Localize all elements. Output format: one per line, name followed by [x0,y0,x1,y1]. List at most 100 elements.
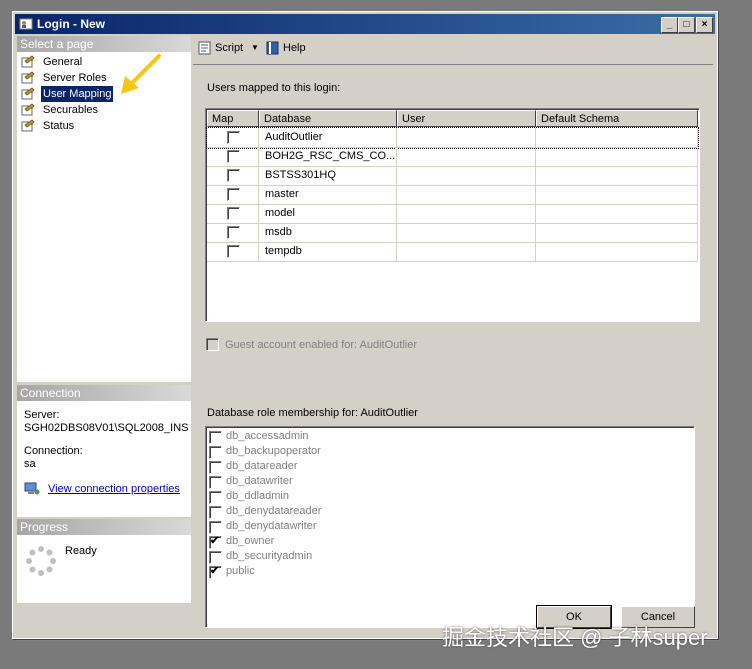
connection-value: sa [24,458,36,470]
default-schema-cell[interactable] [536,166,698,185]
server-value: SGH02DBS08V01\SQL2008_INS [24,422,189,434]
role-label: db_datawriter [226,475,293,487]
user-cell[interactable] [397,147,536,166]
database-cell[interactable]: msdb [259,223,397,242]
select-page-header: Select a page [17,36,191,52]
role-label: db_securityadmin [226,550,313,562]
map-cell [207,223,259,242]
map-checkbox[interactable] [227,207,240,220]
map-checkbox[interactable] [227,245,240,258]
role-checkbox[interactable] [209,521,222,534]
guest-account-checkbox[interactable] [206,338,219,351]
role-membership-label: Database role membership for: AuditOutli… [207,407,418,419]
role-checkbox[interactable]: ✔ [209,535,222,549]
script-label: Script [215,42,244,54]
progress-spinner-icon [26,546,56,576]
map-checkbox[interactable] [227,226,240,239]
map-checkbox[interactable] [227,169,240,182]
database-cell[interactable]: AuditOutlier [259,128,397,147]
role-checkbox[interactable] [209,431,222,444]
map-checkbox[interactable] [227,150,240,163]
script-icon [198,41,211,55]
user-cell[interactable] [397,204,536,223]
table-row[interactable]: model [207,204,698,224]
default-schema-cell[interactable] [536,242,698,261]
role-label: db_denydatareader [226,505,322,517]
help-button[interactable]: Help [265,40,311,56]
column-header-user[interactable]: User [397,110,536,127]
table-row[interactable]: BSTSS301HQ [207,166,698,186]
user-mapping-grid: Map Database User Default Schema AuditOu… [205,108,700,322]
login-dialog: Login - New _ □ × Select a page General … [12,11,718,639]
maximize-button[interactable]: □ [678,17,695,33]
minimize-button[interactable]: _ [661,17,678,33]
default-schema-cell[interactable] [536,147,698,166]
page-icon [21,55,35,68]
user-cell[interactable] [397,185,536,204]
map-cell [207,147,259,166]
user-cell[interactable] [397,128,536,147]
role-label: db_ddladmin [226,490,289,502]
connection-header: Connection [17,385,191,401]
page-label: Server Roles [43,72,107,84]
login-icon [19,18,33,30]
view-connection-properties-link[interactable]: View connection properties [48,483,180,495]
progress-panel: Ready [17,535,191,603]
right-pane: Script ▼ Help Users mapped to this login… [193,36,713,628]
users-mapped-label: Users mapped to this login: [207,82,341,94]
database-cell[interactable]: BSTSS301HQ [259,166,397,185]
user-cell[interactable] [397,223,536,242]
connection-properties-icon [24,482,40,495]
chevron-down-icon: ▼ [251,43,259,52]
help-icon [266,41,279,55]
close-button[interactable]: × [696,17,713,33]
role-checkbox[interactable] [209,461,222,474]
role-checkbox[interactable] [209,476,222,489]
role-checkbox[interactable] [209,491,222,504]
connection-panel: Server: SGH02DBS08V01\SQL2008_INS Connec… [17,401,191,517]
default-schema-cell[interactable] [536,204,698,223]
progress-status: Ready [65,545,97,557]
progress-header: Progress [17,519,191,535]
user-cell[interactable] [397,242,536,261]
map-checkbox[interactable] [227,131,240,144]
column-header-map[interactable]: Map [207,110,259,127]
page-list: General Server Roles User Mapping Secura… [17,52,191,382]
server-label: Server: [24,409,60,421]
table-row[interactable]: BOH2G_RSC_CMS_CO... [207,147,698,167]
column-header-database[interactable]: Database [259,110,397,127]
page-icon [21,87,35,100]
title-bar[interactable]: Login - New _ □ × [15,14,715,34]
database-cell[interactable]: model [259,204,397,223]
table-row[interactable]: AuditOutlier [206,127,699,149]
role-label: db_backupoperator [226,445,321,457]
user-mapping-content: Users mapped to this login: Map Database… [193,64,713,628]
role-checkbox[interactable] [209,446,222,459]
map-cell [207,204,259,223]
table-row[interactable]: msdb [207,223,698,243]
check-icon: ✔ [210,535,220,547]
role-checkbox[interactable] [209,551,222,564]
default-schema-cell[interactable] [536,223,698,242]
toolbar: Script ▼ Help [193,36,713,60]
table-row[interactable]: tempdb [207,242,698,262]
database-cell[interactable]: BOH2G_RSC_CMS_CO... [259,147,397,166]
database-cell[interactable]: master [259,185,397,204]
user-cell[interactable] [397,166,536,185]
check-icon: ✔ [210,565,220,577]
map-cell [207,242,259,261]
role-label: db_datareader [226,460,298,472]
script-button[interactable]: Script ▼ [197,40,259,56]
page-label: General [43,56,83,68]
map-checkbox[interactable] [227,188,240,201]
role-label: db_owner [226,535,275,547]
help-label: Help [283,42,306,54]
default-schema-cell[interactable] [536,185,698,204]
table-row[interactable]: master [207,185,698,205]
default-schema-cell[interactable] [536,128,698,147]
role-checkbox[interactable]: ✔ [209,565,222,579]
page-label: User Mapping [41,86,114,102]
column-header-default-schema[interactable]: Default Schema [536,110,698,127]
database-cell[interactable]: tempdb [259,242,397,261]
role-checkbox[interactable] [209,506,222,519]
